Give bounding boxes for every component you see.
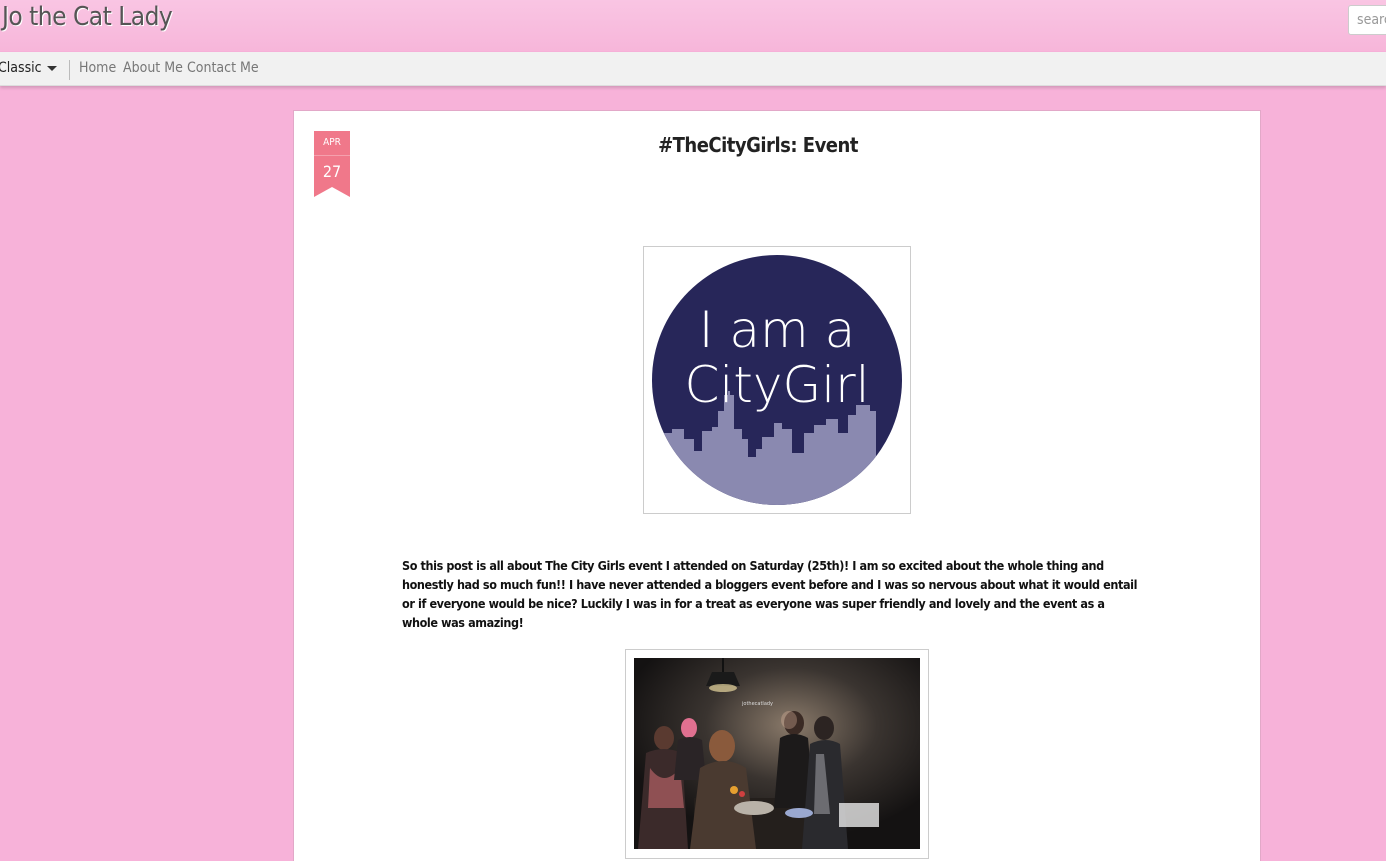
date-day: 27 <box>314 155 350 187</box>
view-dropdown[interactable]: Classic <box>0 60 57 76</box>
search-input[interactable]: search <box>1348 5 1386 35</box>
site-header: Jo the Cat Lady search <box>0 0 1386 51</box>
ribbon-tail <box>314 187 350 197</box>
event-photo-frame: jothecatlady <box>625 649 929 859</box>
caret-down-icon <box>46 65 57 71</box>
logo-line-1: I am a <box>699 301 856 359</box>
citygirl-logo-graphic: I am a CityGirl <box>652 255 902 505</box>
nav-link-about[interactable]: About Me <box>123 60 183 76</box>
view-dropdown-label: Classic <box>0 60 42 76</box>
citygirl-logo-image: I am a CityGirl <box>643 246 911 514</box>
navigation-bar: Classic Home About Me Contact Me <box>0 52 1386 86</box>
post-body-text: So this post is all about The City Girls… <box>402 558 1138 630</box>
post-card: APR 27 #TheCityGirls: Event I am a CityG… <box>293 110 1261 861</box>
nav-link-home[interactable]: Home <box>79 60 116 76</box>
event-photo: jothecatlady <box>634 658 920 849</box>
post-title[interactable]: #TheCityGirls: Event <box>294 133 1222 157</box>
nav-divider <box>69 60 70 80</box>
logo-line-2: CityGirl <box>684 356 869 414</box>
photo-watermark: jothecatlady <box>741 701 773 707</box>
nav-link-contact[interactable]: Contact Me <box>187 60 259 76</box>
blog-title[interactable]: Jo the Cat Lady <box>2 2 173 32</box>
